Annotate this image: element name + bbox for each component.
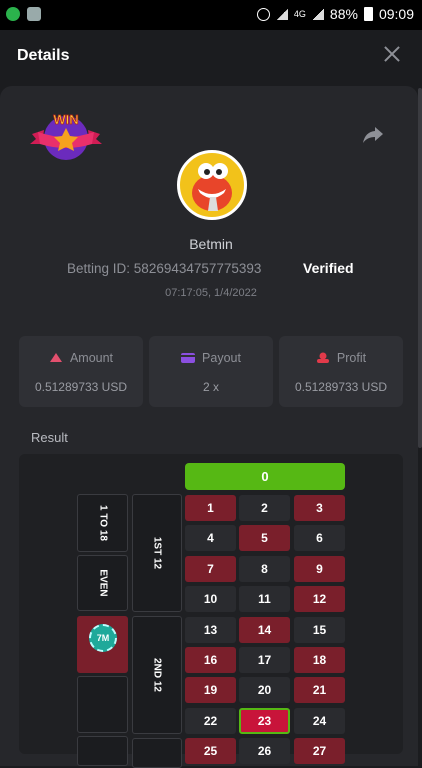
amount-card: Amount 0.51289733 USD: [19, 336, 143, 407]
dinosaur-avatar-icon: [192, 163, 232, 211]
dozen-label: 2ND 12: [151, 658, 163, 692]
number-cell-10: 10: [185, 586, 236, 613]
number-cell-26: 26: [239, 738, 290, 765]
username: Betmin: [189, 236, 233, 252]
number-cell-14: 14: [239, 616, 290, 643]
dozen-partial: [132, 738, 182, 768]
number-cell-7: 7: [185, 555, 236, 582]
profit-card: Profit 0.51289733 USD: [279, 336, 403, 407]
payout-card: Payout 2 x: [149, 336, 273, 407]
number-cell-18: 18: [294, 647, 345, 673]
payout-value: 2 x: [202, 380, 219, 394]
payout-label: Payout: [202, 351, 241, 365]
avatar: [177, 150, 247, 220]
number-cell-6: 6: [294, 525, 345, 552]
side-label: EVEN: [97, 569, 108, 597]
clock: 09:09: [378, 6, 414, 22]
number-cell-25: 25: [185, 738, 236, 765]
status-bar: 4G 88% 09:09: [0, 0, 422, 30]
number-cell-12: 12: [294, 586, 345, 613]
scrollbar[interactable]: [418, 88, 422, 448]
number-cell-3: 3: [294, 495, 345, 521]
betting-id-value: 58269434757775393: [133, 261, 262, 276]
number-cell-9: 9: [294, 555, 345, 582]
result-title: Result: [31, 430, 68, 445]
dialog-header: Details: [0, 30, 422, 84]
dozen-2nd-12: 2ND 12: [132, 616, 182, 734]
number-cell-27: 27: [294, 738, 345, 765]
whatsapp-icon: [6, 7, 20, 21]
network-type: 4G: [293, 9, 306, 19]
side-label: 1 TO 18: [97, 505, 108, 541]
dozen-1st-12: 1ST 12: [132, 494, 182, 612]
amount-value: 0.51289733 USD: [34, 380, 128, 394]
signal-icon: [275, 8, 288, 20]
betting-id: Betting ID: 58269434757775393: [67, 261, 261, 276]
verified-badge: Verified: [303, 260, 354, 276]
alarm-icon: [256, 7, 270, 21]
number-cell-2: 2: [239, 495, 290, 521]
number-cell-17: 17: [239, 647, 290, 673]
number-cell-11: 11: [239, 586, 290, 613]
side-1-to-18: 1 TO 18: [77, 494, 128, 552]
number-cell-21: 21: [294, 677, 345, 704]
zero-cell: 0: [185, 463, 345, 490]
profit-label: Profit: [336, 351, 367, 365]
close-icon[interactable]: [382, 44, 402, 64]
battery-percent: 88%: [329, 6, 358, 22]
translate-icon: [27, 7, 41, 21]
number-cell-20: 20: [239, 677, 290, 704]
dozen-label: 1ST 12: [151, 536, 163, 570]
battery-icon: [363, 7, 373, 21]
number-cell-23: 23: [239, 707, 290, 734]
betting-id-label: Betting ID:: [67, 261, 131, 276]
dialog-title: Details: [17, 47, 70, 64]
signal-icon-2: [311, 8, 324, 20]
chip-cell: 7M: [77, 616, 128, 673]
side-empty: [77, 676, 128, 733]
side-even: EVEN: [77, 555, 128, 611]
number-cell-13: 13: [185, 616, 236, 643]
number-cell-22: 22: [185, 707, 236, 734]
chip-icon: 7M: [89, 624, 117, 652]
amount-icon: [49, 353, 62, 362]
number-cell-1: 1: [185, 495, 236, 521]
number-cell-15: 15: [294, 616, 345, 643]
number-cell-24: 24: [294, 707, 345, 734]
win-badge-text: WIN: [53, 112, 78, 127]
bet-timestamp: 07:17:05, 1/4/2022: [165, 287, 257, 299]
number-cell-5: 5: [239, 525, 290, 552]
profit-icon: [316, 352, 329, 363]
amount-label: Amount: [69, 351, 114, 365]
number-cell-4: 4: [185, 525, 236, 552]
number-cell-19: 19: [185, 677, 236, 704]
number-cell-16: 16: [185, 647, 236, 673]
share-icon[interactable]: [362, 125, 384, 145]
wallet-icon: [181, 353, 196, 363]
number-cell-8: 8: [239, 555, 290, 582]
profit-value: 0.51289733 USD: [294, 380, 388, 394]
win-badge-icon: WIN: [30, 112, 102, 160]
side-partial: [77, 736, 128, 766]
